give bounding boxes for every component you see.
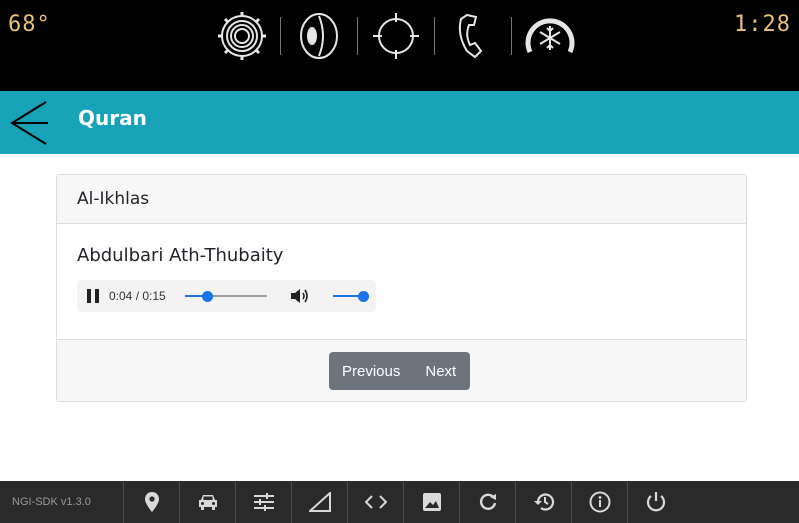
code-icon[interactable] bbox=[347, 481, 403, 523]
seek-handle[interactable] bbox=[202, 291, 214, 302]
volume-slider[interactable] bbox=[333, 290, 369, 302]
card-footer: Previous Next bbox=[57, 339, 746, 401]
location-pin-icon[interactable] bbox=[123, 481, 179, 523]
divider bbox=[357, 17, 358, 55]
previous-button[interactable]: Previous bbox=[329, 352, 413, 390]
status-bar: 68° 1:28 bbox=[0, 0, 799, 91]
car-icon[interactable] bbox=[179, 481, 235, 523]
pause-icon[interactable] bbox=[87, 289, 99, 303]
signal-icon[interactable] bbox=[291, 481, 347, 523]
seek-slider[interactable] bbox=[185, 290, 267, 302]
navigation-button-group: Previous Next bbox=[329, 352, 471, 390]
reciter-name: Abdulbari Ath-Thubaity bbox=[77, 245, 284, 266]
clock-readout: 1:28 bbox=[734, 12, 791, 37]
top-icon-row bbox=[214, 8, 578, 64]
bottom-nav-bar: NGI-SDK v1.3.0 bbox=[0, 481, 799, 523]
card-body: Abdulbari Ath-Thubaity 0:04 / 0:15 bbox=[57, 224, 746, 339]
temperature-readout: 68° bbox=[8, 12, 51, 37]
speaker-icon[interactable] bbox=[291, 8, 347, 64]
divider bbox=[511, 17, 512, 55]
divider bbox=[280, 17, 281, 55]
app-header: Quran bbox=[0, 91, 799, 154]
info-icon[interactable] bbox=[571, 481, 627, 523]
volume-icon[interactable] bbox=[290, 287, 310, 305]
page-title: Quran bbox=[78, 106, 147, 130]
refresh-icon[interactable] bbox=[459, 481, 515, 523]
climate-fan-icon[interactable] bbox=[522, 8, 578, 64]
surah-title: Al-Ikhlas bbox=[57, 175, 746, 224]
next-button[interactable]: Next bbox=[413, 352, 470, 390]
back-arrow-icon[interactable] bbox=[8, 100, 50, 146]
settings-gear-icon[interactable] bbox=[214, 8, 270, 64]
image-icon[interactable] bbox=[403, 481, 459, 523]
audio-player: 0:04 / 0:15 bbox=[77, 280, 376, 312]
sliders-icon[interactable] bbox=[235, 481, 291, 523]
sdk-version: NGI-SDK v1.3.0 bbox=[12, 496, 91, 508]
divider bbox=[434, 17, 435, 55]
volume-handle[interactable] bbox=[358, 291, 369, 302]
power-icon[interactable] bbox=[627, 481, 683, 523]
surah-card: Al-Ikhlas Abdulbari Ath-Thubaity 0:04 / … bbox=[56, 174, 747, 402]
history-icon[interactable] bbox=[515, 481, 571, 523]
time-display: 0:04 / 0:15 bbox=[109, 289, 166, 303]
phone-icon[interactable] bbox=[445, 8, 501, 64]
location-crosshair-icon[interactable] bbox=[368, 8, 424, 64]
